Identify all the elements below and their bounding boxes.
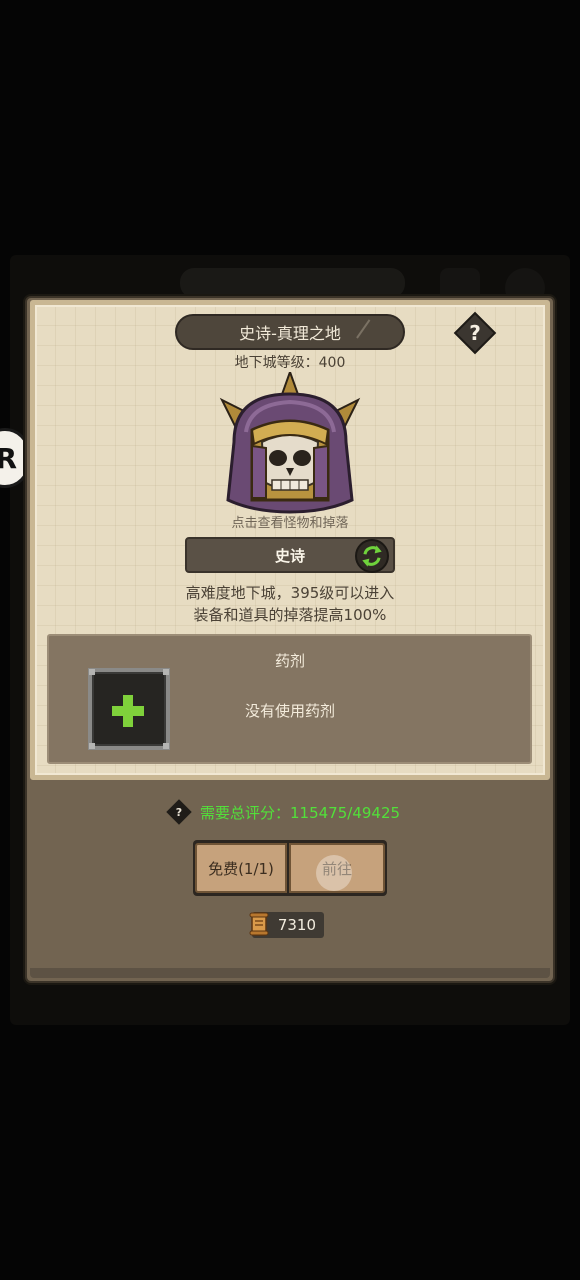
dungeon-description-line2: 装备和道具的掉落提高100%	[193, 606, 387, 624]
swap-arrows-icon[interactable]	[355, 539, 389, 573]
slot-corner	[163, 743, 169, 749]
slot-corner	[89, 669, 95, 675]
side-float-label: R	[0, 441, 17, 475]
dungeon-title-bar: 史诗-真理之地	[175, 314, 405, 350]
slot-corner	[89, 743, 95, 749]
free-entry-label: 免费(1/1)	[208, 859, 274, 878]
modal-bottom-edge	[30, 968, 550, 978]
currency-amount: 7310	[277, 916, 316, 934]
plus-icon[interactable]	[110, 693, 146, 729]
background-title-bar	[180, 268, 405, 298]
score-requirement: 需要总评分：115475/49425	[200, 804, 401, 822]
question-icon[interactable]: ?	[170, 803, 188, 821]
scroll-icon	[249, 912, 269, 936]
dungeon-description-line1: 高难度地下城，395级可以进入	[185, 584, 395, 602]
dungeon-title: 史诗-真理之地	[239, 324, 341, 343]
tap-indicator	[316, 855, 352, 891]
free-entry-button[interactable]: 免费(1/1)	[195, 843, 287, 893]
difficulty-mode-label: 史诗	[274, 546, 305, 565]
slot-corner	[163, 669, 169, 675]
scratch-decoration	[356, 319, 382, 347]
no-potion-text: 没有使用药剂	[244, 702, 335, 720]
skull-helmet-icon[interactable]	[216, 372, 364, 520]
help-icon[interactable]: ?	[460, 318, 490, 348]
potion-title: 药剂	[274, 652, 305, 670]
dungeon-level: 地下城等级：400	[234, 355, 346, 371]
view-monsters-hint[interactable]: 点击查看怪物和掉落	[0, 512, 580, 531]
